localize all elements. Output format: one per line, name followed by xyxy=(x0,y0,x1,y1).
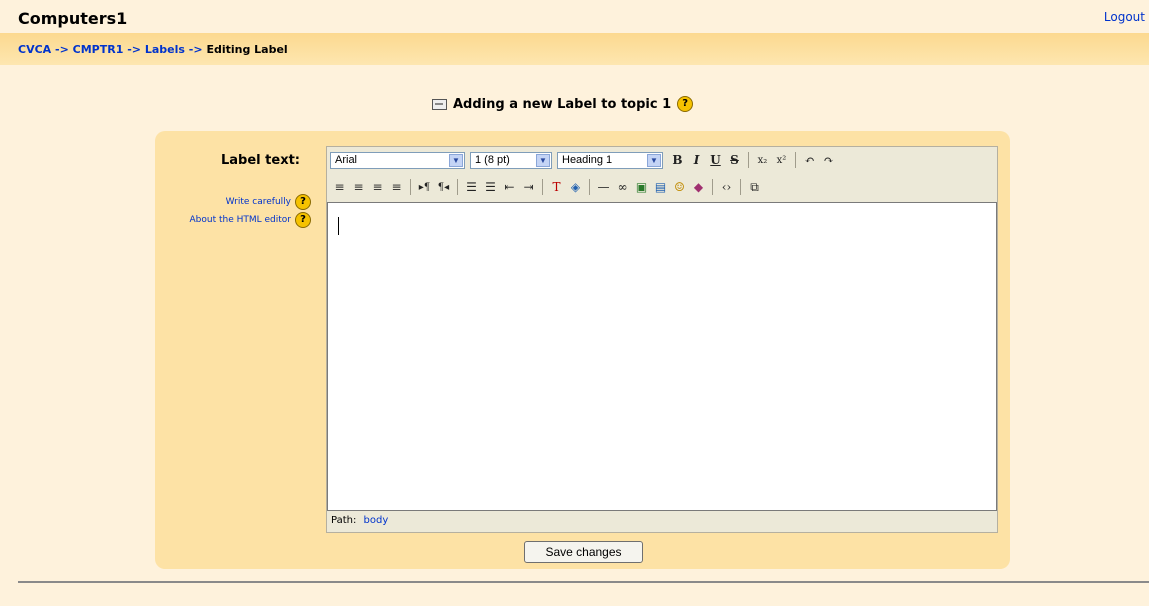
path-label: Path: xyxy=(331,515,357,526)
superscript-icon[interactable]: x² xyxy=(772,151,791,170)
help-icon[interactable]: ? xyxy=(677,96,694,112)
toolbar-divider xyxy=(589,179,590,195)
about-html-editor-link[interactable]: About the HTML editor xyxy=(190,215,292,225)
chevron-down-icon: ▼ xyxy=(449,153,463,167)
editor-toolbar-2: ≡ ≡ ≡ ≡ ▸¶ ¶◂ ☰ ☰ ⇤ ⇥ T ◈ — ∞ ▣ ▤ ☺ ◆ ‹›… xyxy=(327,174,997,200)
page-title-text: Adding a new Label to topic 1 xyxy=(453,96,672,112)
align-center-icon[interactable]: ≡ xyxy=(349,178,368,197)
navbar: CVCA -> CMPTR1 -> Labels -> Editing Labe… xyxy=(0,33,1149,65)
horizontal-rule-icon[interactable]: — xyxy=(594,178,613,197)
help-icon[interactable]: ? xyxy=(295,194,311,210)
format-select[interactable]: Heading 1 ▼ xyxy=(557,151,663,169)
toolbar-divider xyxy=(748,152,749,168)
html-editor: Arial ▼ 1 (8 pt) ▼ Heading 1 ▼ B I U S x… xyxy=(326,146,998,533)
toolbar-divider xyxy=(795,152,796,168)
indent-icon[interactable]: ⇥ xyxy=(519,178,538,197)
breadcrumb-current: Editing Label xyxy=(206,43,288,56)
chevron-down-icon: ▼ xyxy=(647,153,661,167)
underline-icon[interactable]: U xyxy=(706,151,725,170)
image-icon[interactable]: ▣ xyxy=(632,178,651,197)
ordered-list-icon[interactable]: ☰ xyxy=(462,178,481,197)
strikethrough-icon[interactable]: S xyxy=(725,151,744,170)
html-source-icon[interactable]: ‹› xyxy=(717,178,736,197)
format-select-value: Heading 1 xyxy=(562,154,613,166)
fullscreen-icon[interactable]: ⧉ xyxy=(745,178,764,197)
font-select-value: Arial xyxy=(335,154,358,166)
ltr-icon[interactable]: ▸¶ xyxy=(415,178,434,197)
toolbar-divider xyxy=(740,179,741,195)
outdent-icon[interactable]: ⇤ xyxy=(500,178,519,197)
breadcrumb-labels[interactable]: Labels xyxy=(145,43,185,56)
bold-icon[interactable]: B xyxy=(668,151,687,170)
breadcrumb-cmptr1[interactable]: CMPTR1 xyxy=(73,43,124,56)
align-justify-icon[interactable]: ≡ xyxy=(387,178,406,197)
page-title: Adding a new Label to topic 1 ? xyxy=(432,96,694,112)
label-text-label: Label text: xyxy=(221,153,300,168)
editor-path-bar: Path: body xyxy=(327,512,1001,530)
align-left-icon[interactable]: ≡ xyxy=(330,178,349,197)
editor-toolbar-1: Arial ▼ 1 (8 pt) ▼ Heading 1 ▼ B I U S x… xyxy=(327,147,997,173)
special-char-icon[interactable]: ◆ xyxy=(689,178,708,197)
logout-link[interactable]: Logout xyxy=(1104,10,1145,24)
redo-icon[interactable]: ↷ xyxy=(819,151,838,170)
label-icon xyxy=(432,98,447,110)
background-color-icon[interactable]: ◈ xyxy=(566,178,585,197)
breadcrumb-cvca[interactable]: CVCA xyxy=(18,43,51,56)
footer-divider xyxy=(18,581,1149,583)
site-title: Computers1 xyxy=(18,9,128,28)
toolbar-divider xyxy=(542,179,543,195)
align-right-icon[interactable]: ≡ xyxy=(368,178,387,197)
size-select-value: 1 (8 pt) xyxy=(475,154,510,166)
table-icon[interactable]: ▤ xyxy=(651,178,670,197)
size-select[interactable]: 1 (8 pt) ▼ xyxy=(470,151,552,169)
write-carefully-link[interactable]: Write carefully xyxy=(226,197,291,207)
help-icon[interactable]: ? xyxy=(295,212,311,228)
editor-text-area[interactable] xyxy=(327,202,997,511)
toolbar-divider xyxy=(712,179,713,195)
undo-icon[interactable]: ↶ xyxy=(800,151,819,170)
font-select[interactable]: Arial ▼ xyxy=(330,151,465,169)
italic-icon[interactable]: I xyxy=(687,151,706,170)
save-changes-button[interactable]: Save changes xyxy=(524,541,643,563)
breadcrumb: CVCA -> CMPTR1 -> Labels -> Editing Labe… xyxy=(18,43,288,56)
unordered-list-icon[interactable]: ☰ xyxy=(481,178,500,197)
path-value-link[interactable]: body xyxy=(364,515,389,526)
toolbar-divider xyxy=(457,179,458,195)
breadcrumb-separator: -> xyxy=(188,43,203,56)
breadcrumb-separator: -> xyxy=(55,43,69,56)
toolbar-divider xyxy=(410,179,411,195)
link-icon[interactable]: ∞ xyxy=(613,178,632,197)
help-links: Write carefully ? About the HTML editor … xyxy=(190,193,311,229)
text-color-icon[interactable]: T xyxy=(547,178,566,197)
breadcrumb-separator: -> xyxy=(127,43,142,56)
text-caret xyxy=(338,217,339,235)
smiley-icon[interactable]: ☺ xyxy=(670,178,689,197)
chevron-down-icon: ▼ xyxy=(536,153,550,167)
page-header: Computers1 Logout xyxy=(0,0,1149,33)
subscript-icon[interactable]: x₂ xyxy=(753,151,772,170)
rtl-icon[interactable]: ¶◂ xyxy=(434,178,453,197)
